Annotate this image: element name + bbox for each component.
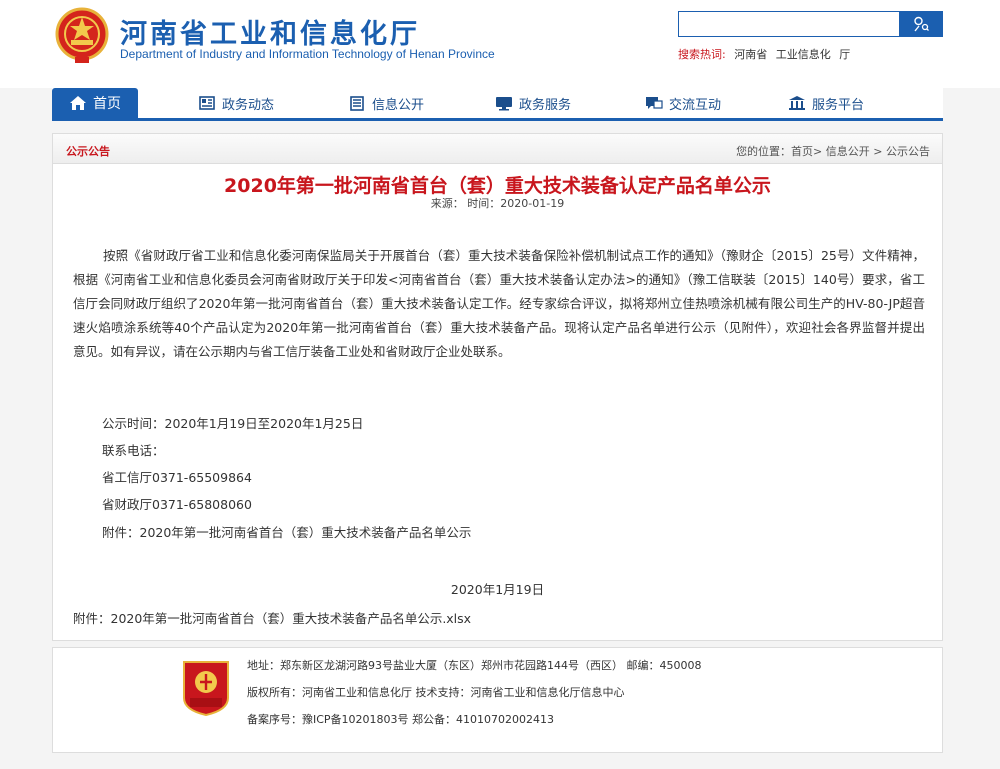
article-title: 2020年第一批河南省首台（套）重大技术装备认定产品名单公示 — [224, 175, 771, 197]
nav-item-label: 政务服务 — [519, 97, 572, 113]
nav-item-info-public[interactable]: 信息公开 — [348, 88, 424, 118]
contact-phone-1: 省工信厅0371-65509864 — [102, 470, 252, 485]
monitor-icon — [496, 97, 512, 111]
section-tag[interactable]: 公示公告 — [66, 143, 110, 159]
article-panel: 公示公告 您的位置：首页> 信息公开 > 公示公告 2020年第一批河南省首台（… — [52, 133, 943, 641]
nav-item-home[interactable]: 首页 — [52, 88, 138, 118]
bank-icon — [789, 96, 805, 110]
chat-icon — [646, 97, 663, 109]
hot-word-link[interactable]: 河南省 — [734, 48, 767, 61]
site-subtitle-en: Department of Industry and Information T… — [120, 47, 495, 61]
building-icon — [350, 96, 364, 111]
publish-date: 2020年1月19日 — [450, 582, 545, 597]
party-gov-badge-icon[interactable] — [180, 660, 232, 716]
breadcrumb: 公示公告 您的位置：首页> 信息公开 > 公示公告 — [53, 134, 942, 164]
breadcrumb-path[interactable]: 您的位置：首页> 信息公开 > 公示公告 — [736, 143, 930, 159]
nav-item-label: 首页 — [93, 96, 121, 112]
search-icon — [913, 16, 929, 32]
nav-item-label: 信息公开 — [372, 97, 425, 113]
site-header: 河南省工业和信息化厅 Department of Industry and In… — [0, 0, 1000, 88]
contact-label: 联系电话： — [102, 443, 165, 458]
search-input[interactable] — [679, 12, 899, 36]
search-button[interactable] — [899, 12, 942, 36]
nav-item-news[interactable]: 政务动态 — [198, 88, 274, 118]
footer-icp[interactable]: 备案序号：豫ICP备10201803号 郑公备：41010702002413 — [247, 711, 554, 727]
nav-item-label: 交流互动 — [669, 97, 722, 113]
news-icon — [199, 96, 215, 110]
nav-item-interaction[interactable]: 交流互动 — [645, 88, 721, 118]
hot-word-link[interactable]: 厅 — [839, 48, 850, 61]
national-emblem-icon — [55, 7, 109, 63]
contact-phone-2: 省财政厅0371-65808060 — [102, 497, 252, 512]
site-title: 河南省工业和信息化厅 — [120, 19, 420, 50]
hot-word-link[interactable]: 工业信息化 — [776, 48, 831, 61]
nav-item-label: 政务动态 — [222, 97, 275, 113]
footer-address: 地址：郑东新区龙湖河路93号盐业大厦（东区）郑州市花园路144号（西区） 邮编：… — [247, 659, 702, 672]
footer-copyright: 版权所有：河南省工业和信息化厅 技术支持：河南省工业和信息化厅信息中心 — [247, 686, 625, 699]
search-box — [678, 11, 943, 37]
attachment-note: 附件：2020年第一批河南省首台（套）重大技术装备产品名单公示 — [102, 525, 472, 540]
site-footer: 地址：郑东新区龙湖河路93号盐业大厦（东区）郑州市花园路144号（西区） 邮编：… — [52, 647, 943, 753]
hot-words-label: 搜索热词: — [678, 48, 726, 61]
main-nav: 首页 政务动态 信息公开 政务服务 交流互动 服务平台 — [52, 88, 943, 121]
nav-item-services[interactable]: 政务服务 — [495, 88, 571, 118]
publicity-period: 公示时间：2020年1月19日至2020年1月25日 — [102, 416, 364, 431]
nav-item-platform[interactable]: 服务平台 — [788, 88, 864, 118]
article-body: 按照《省财政厅省工业和信息化委河南保监局关于开展首台（套）重大技术装备保险补偿机… — [73, 248, 925, 359]
attachment-link[interactable]: 附件：2020年第一批河南省首台（套）重大技术装备产品名单公示.xlsx — [73, 608, 471, 627]
home-icon — [70, 96, 86, 110]
hot-words: 搜索热词: 河南省 工业信息化 厅 — [678, 46, 850, 62]
article-meta: 来源： 时间：2020-01-19 — [430, 197, 565, 210]
nav-item-label: 服务平台 — [812, 97, 865, 113]
